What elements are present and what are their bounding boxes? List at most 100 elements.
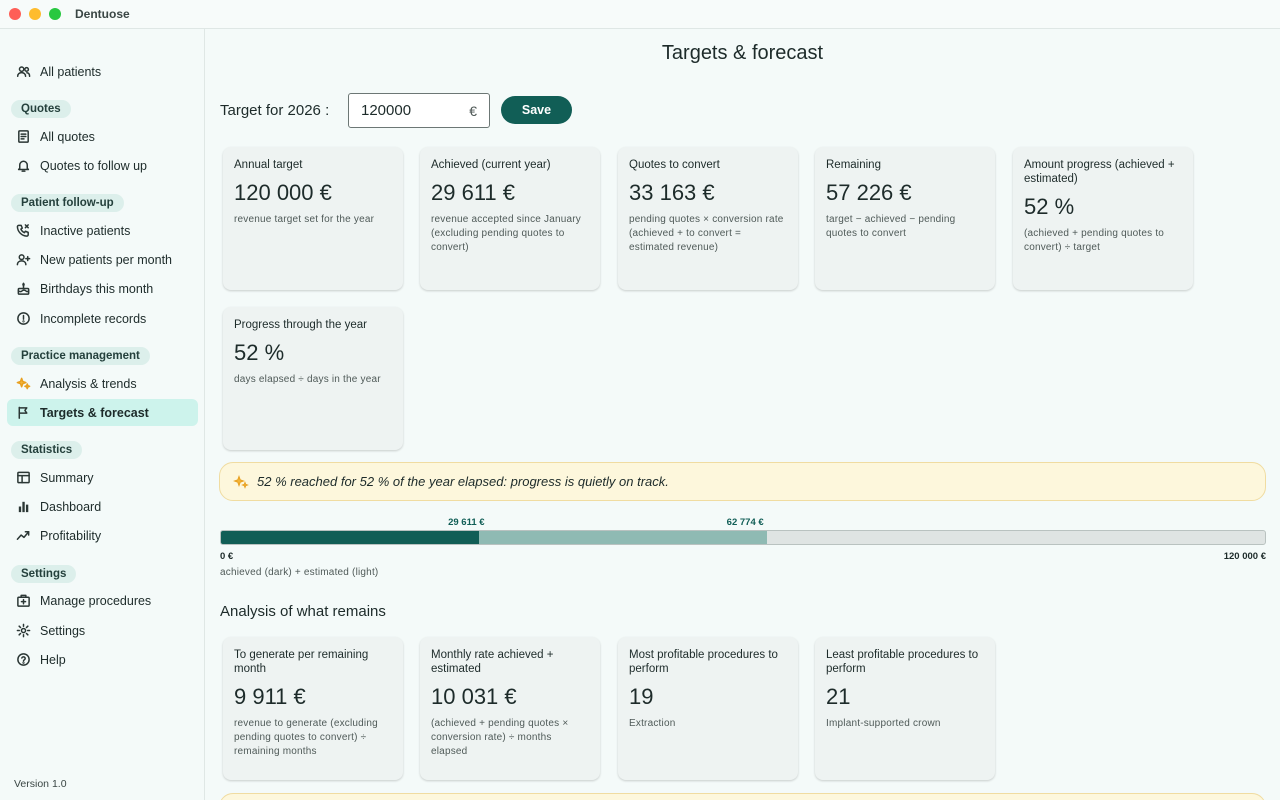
kpi-card-amount-progress: Amount progress (achieved + estimated) 5…	[1013, 147, 1193, 290]
card-value: 10 031 €	[431, 684, 517, 709]
card-title: Most profitable procedures to perform	[629, 649, 778, 675]
card-value: 33 163 €	[629, 180, 715, 205]
gear-icon	[15, 623, 31, 639]
sidebar-item-summary[interactable]: Summary	[7, 464, 198, 491]
close-window-button[interactable]	[9, 8, 21, 20]
section-label-settings: Settings	[11, 565, 77, 583]
sidebar-item-label: New patients per month	[40, 252, 173, 267]
sidebar-item-new-patients[interactable]: New patients per month	[7, 246, 198, 273]
sidebar-item-dashboard[interactable]: Dashboard	[7, 493, 198, 520]
sidebar-item-label: Summary	[40, 470, 94, 485]
save-button[interactable]: Save	[501, 96, 572, 124]
card-value: 29 611 €	[431, 180, 516, 205]
sidebar-item-label: Profitability	[40, 528, 102, 543]
version-label: Version 1.0	[14, 778, 67, 790]
kpi-card-achieved: Achieved (current year) 29 611 € revenue…	[420, 147, 600, 290]
users-icon	[15, 64, 31, 80]
card-description: Implant-supported crown	[826, 718, 941, 729]
sidebar-item-label: Targets & forecast	[40, 405, 149, 420]
secondary-banner	[219, 793, 1266, 800]
section-label-quotes: Quotes	[11, 100, 71, 118]
target-input[interactable]: 120000 €	[348, 93, 490, 128]
sidebar-item-help[interactable]: Help	[7, 646, 198, 673]
analysis-section-title: Analysis of what remains	[220, 603, 386, 620]
banner-text: 52 % reached for 52 % of the year elapse…	[257, 474, 669, 489]
progress-max-label: 120 000 €	[1223, 551, 1266, 562]
zoom-window-button[interactable]	[49, 8, 61, 20]
card-value: 9 911 €	[234, 684, 306, 709]
progress-legend: achieved (dark) + estimated (light)	[220, 567, 379, 578]
help-circle-icon	[15, 652, 31, 668]
sidebar-item-incomplete-records[interactable]: Incomplete records	[7, 305, 198, 332]
sidebar: All patients Quotes All quotes Quotes to…	[0, 29, 205, 800]
receipt-icon	[15, 129, 31, 145]
analysis-card-least-profitable: Least profitable procedures to perform 2…	[815, 637, 995, 780]
main-content: Targets & forecast Target for 2026 : 120…	[205, 29, 1280, 800]
sidebar-item-all-patients[interactable]: All patients	[7, 58, 198, 85]
card-value: 21	[826, 684, 851, 709]
analysis-card-per-month: To generate per remaining month 9 911 € …	[223, 637, 403, 780]
card-title: Annual target	[234, 159, 303, 171]
medical-kit-icon	[15, 593, 31, 609]
sidebar-item-label: All quotes	[40, 129, 95, 144]
title-bar: Dentuose	[0, 0, 1280, 29]
sidebar-item-label: Birthdays this month	[40, 281, 154, 296]
sidebar-item-label: Incomplete records	[40, 311, 147, 326]
sidebar-item-birthdays[interactable]: Birthdays this month	[7, 275, 198, 302]
sidebar-item-analysis-trends[interactable]: Analysis & trends	[7, 370, 198, 397]
card-description: days elapsed ÷ days in the year	[234, 374, 381, 385]
sidebar-item-targets-forecast[interactable]: Targets & forecast	[7, 399, 198, 426]
card-title: Amount progress (achieved + estimated)	[1024, 159, 1175, 185]
sidebar-item-quotes-follow-up[interactable]: Quotes to follow up	[7, 152, 198, 179]
progress-min-label: 0 €	[220, 551, 234, 562]
kpi-card-quotes-to-convert: Quotes to convert 33 163 € pending quote…	[618, 147, 798, 290]
sidebar-item-all-quotes[interactable]: All quotes	[7, 123, 198, 150]
sidebar-item-label: Help	[40, 652, 66, 667]
card-title: Progress through the year	[234, 319, 367, 331]
sparkles-icon	[233, 474, 249, 490]
sidebar-item-manage-procedures[interactable]: Manage procedures	[7, 587, 198, 614]
card-description: target − achieved − pending quotes to co…	[826, 214, 956, 239]
card-description: pending quotes × conversion rate (achiev…	[629, 214, 784, 253]
sidebar-item-label: Manage procedures	[40, 593, 152, 608]
phone-missed-icon	[15, 223, 31, 239]
sparkles-icon	[15, 376, 31, 392]
bar-chart-icon	[15, 499, 31, 515]
estimated-marker-label: 62 774 €	[726, 517, 764, 528]
section-label-statistics: Statistics	[11, 441, 83, 459]
alert-circle-icon	[15, 311, 31, 327]
card-title: Achieved (current year)	[431, 159, 551, 171]
achieved-fill	[221, 531, 479, 544]
kpi-card-year-progress: Progress through the year 52 % days elap…	[223, 307, 403, 450]
card-description: revenue target set for the year	[234, 214, 375, 225]
card-title: Quotes to convert	[629, 159, 720, 171]
card-title: Remaining	[826, 159, 881, 171]
sidebar-item-label: Analysis & trends	[40, 376, 137, 391]
minimize-window-button[interactable]	[29, 8, 41, 20]
cake-icon	[15, 281, 31, 297]
section-label-practice-management: Practice management	[11, 347, 150, 365]
sidebar-item-label: Inactive patients	[40, 223, 131, 238]
card-value: 19	[629, 684, 654, 709]
card-title: Least profitable procedures to perform	[826, 649, 979, 675]
app-title: Dentuose	[75, 7, 130, 21]
card-description: Extraction	[629, 718, 676, 729]
card-description: revenue to generate (excluding pending q…	[234, 718, 378, 757]
sidebar-item-settings[interactable]: Settings	[7, 617, 198, 644]
sidebar-item-label: Settings	[40, 623, 86, 638]
card-description: (achieved + pending quotes to convert) ÷…	[1024, 228, 1165, 253]
page-title: Targets & forecast	[661, 42, 824, 64]
section-label-patient-follow-up: Patient follow-up	[11, 194, 124, 212]
kpi-card-annual-target: Annual target 120 000 € revenue target s…	[223, 147, 403, 290]
status-banner: 52 % reached for 52 % of the year elapse…	[219, 462, 1266, 501]
card-description: (achieved + pending quotes × conversion …	[431, 718, 569, 757]
table-icon	[15, 470, 31, 486]
sidebar-item-inactive-patients[interactable]: Inactive patients	[7, 217, 198, 244]
currency-suffix: €	[469, 102, 477, 119]
sidebar-item-label: Dashboard	[40, 499, 102, 514]
card-value: 120 000 €	[234, 180, 332, 205]
flag-icon	[15, 405, 31, 421]
achieved-marker-label: 29 611 €	[448, 517, 485, 528]
sidebar-item-profitability[interactable]: Profitability	[7, 522, 198, 549]
sidebar-item-label: Quotes to follow up	[40, 158, 148, 173]
